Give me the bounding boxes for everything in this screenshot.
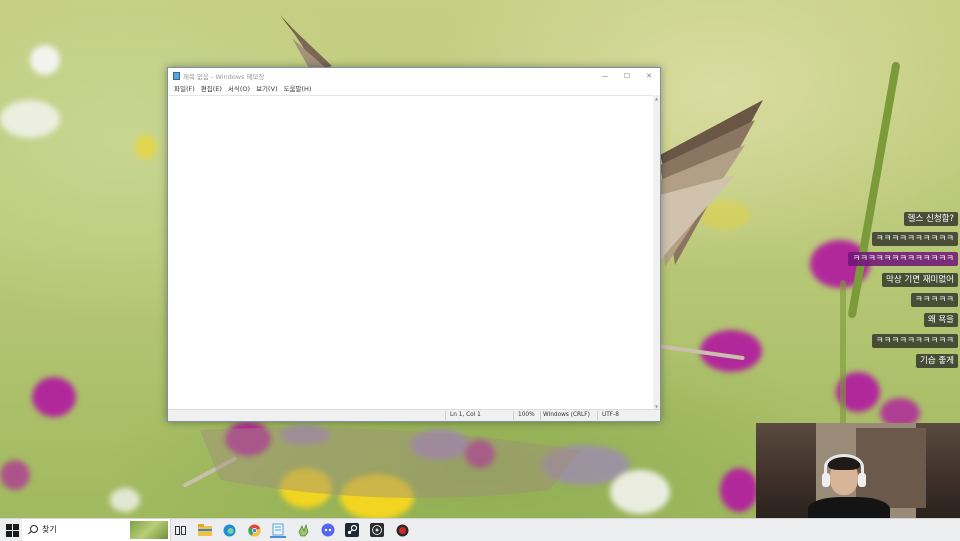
text-editor-area[interactable] xyxy=(169,95,652,410)
window-title: 제목 없음 - Windows 메모장 xyxy=(183,72,265,81)
zoom-level: 100% xyxy=(518,412,535,418)
search-highlight-image xyxy=(130,521,168,539)
windows-logo-icon xyxy=(5,523,12,530)
chrome-icon[interactable] xyxy=(246,522,262,538)
edge-icon[interactable] xyxy=(221,522,237,538)
webcam-background xyxy=(856,428,926,508)
menu-bar: 파일(F) 편집(E) 서식(O) 보기(V) 도움말(H) xyxy=(171,83,314,95)
taskbar: 찾기 xyxy=(0,518,960,541)
headset-earcup xyxy=(858,473,866,487)
menu-format[interactable]: 서식(O) xyxy=(225,83,253,95)
steam-icon[interactable] xyxy=(344,522,360,538)
streamer-body xyxy=(808,497,890,518)
bird-wing-left xyxy=(280,15,332,70)
status-divider xyxy=(513,411,514,420)
cursor-position: Ln 1, Col 1 xyxy=(450,412,481,418)
headset-earcup xyxy=(822,473,830,487)
menu-file[interactable]: 파일(F) xyxy=(171,83,198,95)
vertical-scrollbar[interactable]: ▲ ▼ xyxy=(653,95,660,410)
bird-wing-right xyxy=(660,100,763,267)
chat-message: ㅋㅋㅋㅋㅋㅋㅋㅋㅋㅋㅋㅋㅋ xyxy=(848,252,958,266)
notepad-icon xyxy=(173,71,180,80)
discord-icon[interactable] xyxy=(320,522,336,538)
chat-message: 헬스 신청함? xyxy=(903,212,958,226)
menu-view[interactable]: 보기(V) xyxy=(253,83,280,95)
minimize-button[interactable]: — xyxy=(594,68,616,83)
chat-message: ㅋㅋㅋㅋㅋ xyxy=(910,293,958,307)
search-label: 찾기 xyxy=(42,525,57,534)
encoding: UTF-8 xyxy=(602,412,619,418)
chat-message: ㅋㅋㅋㅋㅋㅋㅋㅋㅋㅋ xyxy=(871,232,958,246)
chat-message: 왜 욕을 xyxy=(923,313,958,327)
menu-edit[interactable]: 편집(E) xyxy=(198,83,225,95)
bird-body xyxy=(200,427,580,498)
status-divider xyxy=(445,411,446,420)
taskbar-search[interactable]: 찾기 xyxy=(22,519,171,541)
line-ending: Windows (CRLF) xyxy=(543,412,590,418)
notepad-titlebar[interactable]: 제목 없음 - Windows 메모장 — ☐ ✕ xyxy=(168,68,660,83)
record-icon[interactable] xyxy=(394,522,410,538)
menu-help[interactable]: 도움말(H) xyxy=(281,83,315,95)
webcam-overlay xyxy=(756,423,960,518)
file-explorer-icon[interactable] xyxy=(197,522,213,538)
notepad-window[interactable]: 제목 없음 - Windows 메모장 — ☐ ✕ 파일(F) 편집(E) 서식… xyxy=(167,67,661,422)
start-button[interactable] xyxy=(4,522,20,538)
maximize-button[interactable]: ☐ xyxy=(616,68,638,83)
chat-message: 기습 좋게 xyxy=(916,354,958,368)
obs-icon[interactable] xyxy=(369,522,385,538)
status-bar: Ln 1, Col 1 100% Windows (CRLF) UTF-8 xyxy=(168,409,660,421)
status-divider xyxy=(540,411,541,420)
status-divider xyxy=(597,411,598,420)
hand-tool-icon[interactable] xyxy=(295,522,311,538)
chat-message: 막상 기면 재미없어 xyxy=(882,273,958,287)
close-button[interactable]: ✕ xyxy=(638,68,660,83)
search-icon xyxy=(30,525,38,533)
notepad-icon[interactable] xyxy=(270,522,286,538)
scroll-up-icon[interactable]: ▲ xyxy=(654,96,659,101)
task-view-icon[interactable] xyxy=(172,522,188,538)
chat-message: ㅋㅋㅋㅋㅋㅋㅋㅋㅋㅋ xyxy=(871,334,958,348)
